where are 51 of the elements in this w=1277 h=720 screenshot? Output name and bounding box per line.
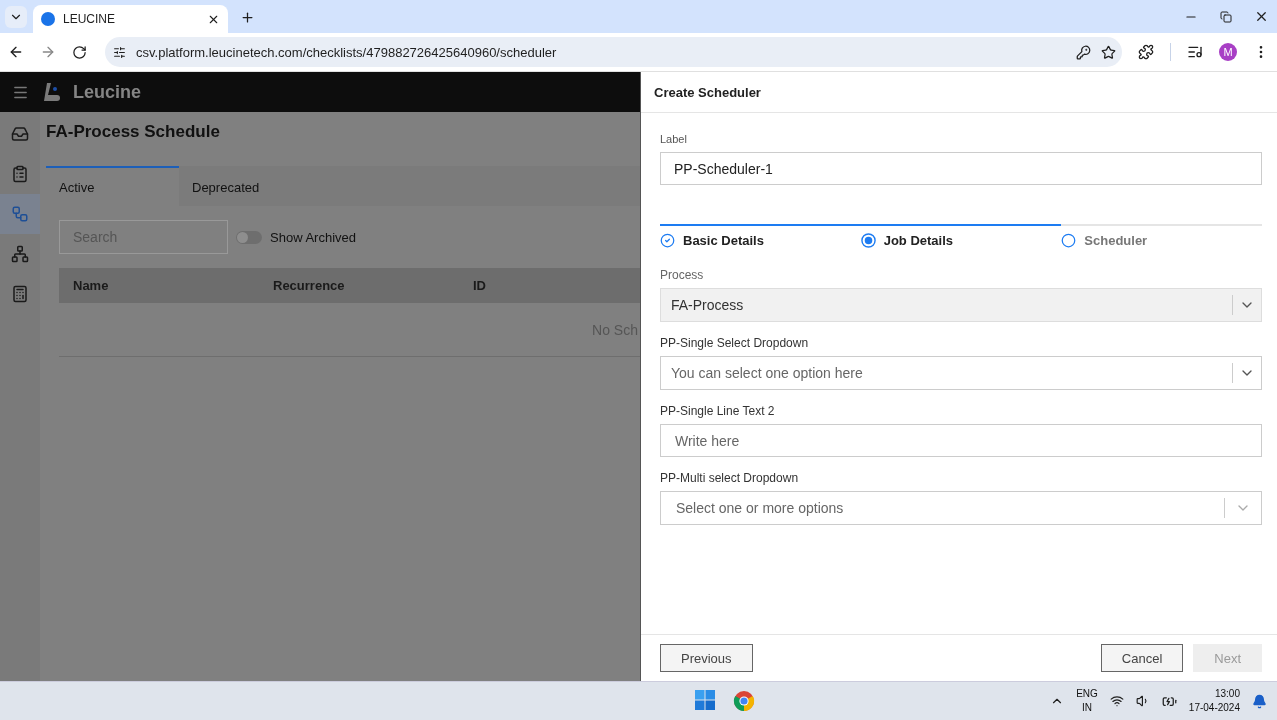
field-label: PP-Single Line Text 2 (660, 404, 776, 418)
puzzle-icon[interactable] (1138, 44, 1154, 60)
column-header: Name (73, 278, 110, 293)
label-field[interactable]: PP-Scheduler-1 (660, 152, 1262, 185)
language-indicator[interactable]: ENG IN (1076, 687, 1098, 715)
chrome-icon[interactable] (733, 690, 756, 712)
forward-icon[interactable] (40, 44, 56, 60)
star-icon[interactable] (1101, 44, 1116, 60)
back-icon[interactable] (8, 44, 24, 60)
clipboard-icon (11, 165, 29, 183)
tab-list-button[interactable] (5, 6, 27, 28)
toggle-label: Show Archived (270, 229, 356, 245)
brand-name: Leucine (73, 81, 142, 103)
step-label: Basic Details (683, 233, 764, 248)
inbox-icon (11, 125, 29, 143)
calculator-icon (11, 285, 29, 303)
restore-icon[interactable] (1220, 10, 1232, 23)
hierarchy-icon (11, 245, 29, 263)
page-title: FA-Process Schedule (46, 122, 221, 142)
drawer-title: Create Scheduler (654, 84, 761, 100)
column-header: Recurrence (273, 278, 346, 293)
previous-button[interactable]: Previous (660, 644, 753, 672)
toggle-switch[interactable] (236, 230, 262, 244)
field-label: Process (660, 268, 705, 282)
reload-icon[interactable] (72, 44, 87, 60)
text-field[interactable]: Write here (660, 424, 1262, 457)
cancel-button[interactable]: Cancel (1100, 644, 1184, 672)
favicon-icon (41, 12, 55, 26)
wifi-icon[interactable] (1109, 694, 1124, 708)
field-label: Label (660, 133, 688, 145)
media-list-icon[interactable] (1187, 44, 1203, 60)
bell-icon[interactable] (1252, 693, 1267, 709)
clock[interactable]: 13:00 17-04-2024 (1188, 687, 1240, 715)
logo-icon (41, 82, 61, 102)
close-icon[interactable] (1254, 9, 1269, 24)
address-bar[interactable]: csv.platform.leucinetech.com/checklists/479882726425640960/scheduler (105, 37, 1122, 67)
column-header: ID (473, 278, 487, 293)
field-label: PP-Multi select Dropdown (660, 471, 800, 485)
new-tab-icon[interactable] (240, 10, 255, 25)
browser-tab[interactable]: LEUCINE (33, 5, 228, 33)
field-label: PP-Single Select Dropdown (660, 336, 810, 350)
dropdown-field[interactable]: You can select one option here (660, 356, 1262, 390)
step-label: Scheduler (1084, 233, 1148, 248)
tab[interactable]: Active (46, 166, 179, 206)
sliders-icon[interactable] (113, 45, 126, 59)
step-label: Job Details (883, 233, 953, 248)
windows-icon[interactable] (695, 690, 716, 710)
dropdown-field[interactable]: Select one or more options (660, 491, 1262, 525)
profile-avatar[interactable]: M (1219, 43, 1237, 61)
flowchart-icon (11, 205, 29, 223)
key-icon[interactable] (1076, 44, 1091, 60)
